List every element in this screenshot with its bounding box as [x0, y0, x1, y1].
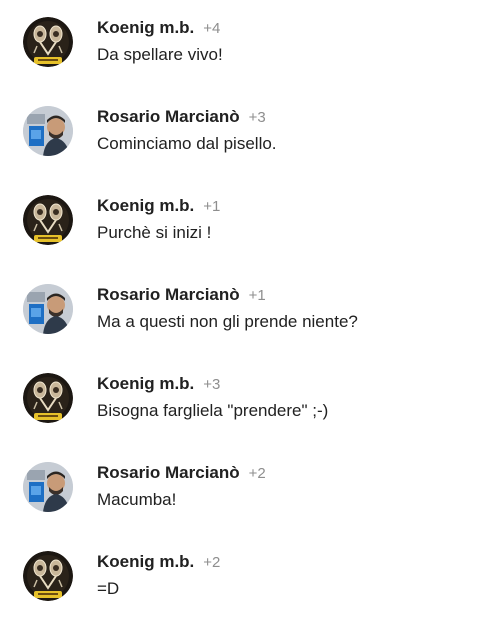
rosario-avatar-icon [23, 106, 73, 156]
koenig-avatar-icon [23, 195, 73, 245]
comment-text: Da spellare vivo! [97, 45, 223, 64]
comment-item: Rosario Marcianò +1 Ma a questi non gli p… [0, 267, 500, 347]
comment-header: Koenig m.b. +1 [97, 195, 220, 218]
comment-item: Koenig m.b. +2 =D [0, 534, 500, 614]
comment-text: Bisogna fargliela "prendere" ;-) [97, 401, 329, 420]
koenig-avatar-icon [23, 551, 73, 601]
rosario-avatar-icon [23, 462, 73, 512]
plus-one-count[interactable]: +1 [203, 198, 220, 215]
rosario-avatar[interactable] [23, 106, 73, 156]
comment-header: Rosario Marcianò +3 [97, 106, 266, 129]
koenig-avatar[interactable] [23, 551, 73, 601]
author-name[interactable]: Koenig m.b. [97, 196, 194, 215]
plus-one-count[interactable]: +2 [203, 554, 220, 571]
rosario-avatar[interactable] [23, 284, 73, 334]
comment-header: Rosario Marcianò +1 [97, 284, 266, 307]
author-name[interactable]: Koenig m.b. [97, 18, 194, 37]
author-name[interactable]: Koenig m.b. [97, 552, 194, 571]
plus-one-count[interactable]: +2 [249, 465, 266, 482]
rosario-avatar[interactable] [23, 462, 73, 512]
comment-text: Ma a questi non gli prende niente? [97, 312, 358, 331]
comment-item: Rosario Marcianò +3 Cominciamo dal pisell… [0, 89, 500, 169]
koenig-avatar[interactable] [23, 373, 73, 423]
plus-one-count[interactable]: +4 [203, 20, 220, 37]
author-name[interactable]: Rosario Marcianò [97, 107, 240, 126]
comment-text: Purchè si inizi ! [97, 223, 212, 242]
koenig-avatar-icon [23, 17, 73, 67]
comment-header: Koenig m.b. +4 [97, 17, 220, 40]
comment-header: Koenig m.b. +3 [97, 373, 220, 396]
plus-one-count[interactable]: +3 [203, 376, 220, 393]
author-name[interactable]: Koenig m.b. [97, 374, 194, 393]
comment-header: Koenig m.b. +2 [97, 551, 220, 574]
rosario-avatar-icon [23, 284, 73, 334]
comment-text: Cominciamo dal pisello. [97, 134, 277, 153]
comment-item: Koenig m.b. +1 Purchè si inizi ! [0, 178, 500, 258]
comment-item: Rosario Marcianò +2 Macumba! [0, 445, 500, 525]
comment-item: Koenig m.b. +4 Da spellare vivo! [0, 0, 500, 80]
comment-text: =D [97, 579, 120, 598]
koenig-avatar[interactable] [23, 195, 73, 245]
koenig-avatar-icon [23, 373, 73, 423]
koenig-avatar[interactable] [23, 17, 73, 67]
author-name[interactable]: Rosario Marcianò [97, 463, 240, 482]
comment-item: Koenig m.b. +3 Bisogna fargliela "prender… [0, 356, 500, 436]
comment-header: Rosario Marcianò +2 [97, 462, 266, 485]
comment-text: Macumba! [97, 490, 177, 509]
plus-one-count[interactable]: +3 [249, 109, 266, 126]
plus-one-count[interactable]: +1 [249, 287, 266, 304]
author-name[interactable]: Rosario Marcianò [97, 285, 240, 304]
comment-list: Koenig m.b. +4 Da spellare vivo! Rosario … [0, 0, 500, 618]
